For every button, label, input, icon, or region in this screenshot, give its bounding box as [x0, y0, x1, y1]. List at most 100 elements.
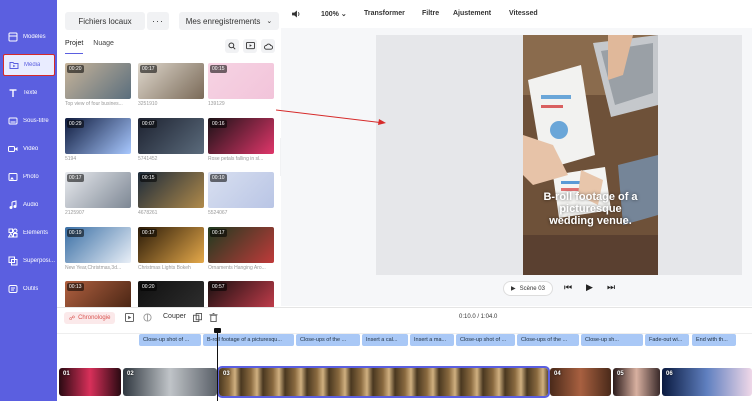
- video-frame-image: [523, 35, 658, 275]
- media-thumbnail[interactable]: 00:29 5194: [65, 118, 131, 162]
- thumbnail-image: 00:17: [208, 227, 274, 263]
- caption-clip[interactable]: Close-up sh...: [581, 334, 643, 346]
- sidebar-item-8[interactable]: Éléments: [3, 222, 55, 244]
- play-pause-icon[interactable]: ▶: [586, 282, 593, 293]
- speed-button[interactable]: Vitessed: [509, 10, 538, 17]
- search-button[interactable]: [225, 39, 239, 53]
- media-thumbnail[interactable]: 00:07 5741452: [138, 118, 204, 162]
- media-thumbnail[interactable]: 00:19 New Year,Christmas,3d...: [65, 227, 131, 271]
- thumbnail-caption: 4678261: [138, 210, 158, 216]
- media-thumbnail[interactable]: 00:17 3251910: [138, 63, 204, 107]
- duration-badge: 00:29: [67, 120, 84, 128]
- media-thumbnail[interactable]: 00:17 Christmas Lights Bokeh: [138, 227, 204, 271]
- duration-badge: 00:17: [67, 174, 84, 182]
- cut-button[interactable]: Couper: [163, 313, 186, 320]
- sidebar-item-label: Superposi...: [23, 258, 55, 264]
- top-toolbar: 100% ⌄ Transformer Filtre Ajustement Vit…: [281, 0, 752, 28]
- sidebar-item-label: Éléments: [23, 230, 49, 236]
- skip-forward-icon[interactable]: ⏭: [607, 282, 615, 293]
- media-thumbnail[interactable]: 00:15 139129: [208, 63, 274, 107]
- delete-icon[interactable]: [209, 313, 218, 322]
- media-thumbnail[interactable]: 00:20 Top view of four busines...: [65, 63, 131, 107]
- templates-icon: [8, 32, 18, 42]
- video-clip[interactable]: 06: [662, 368, 752, 396]
- clip-number: 02: [127, 371, 134, 377]
- sidebar-item-4[interactable]: Sous-titre: [3, 110, 55, 132]
- adjust-button[interactable]: Ajustement: [453, 10, 491, 17]
- chronology-button[interactable]: ☍ Chronologie: [64, 312, 116, 324]
- sidebar-item-3[interactable]: Texte: [3, 82, 55, 104]
- photo-icon: [8, 173, 18, 181]
- panel-tabs: Projet Nuage: [65, 40, 114, 54]
- sidebar-item-label: Texte: [23, 90, 38, 96]
- subtitle-icon: [8, 117, 18, 125]
- caption-clip[interactable]: Fade-out wi...: [645, 334, 689, 346]
- clip-number: 03: [223, 371, 230, 377]
- tab-cloud[interactable]: Nuage: [93, 40, 114, 54]
- video-track: 01 02 03 04 05 06: [57, 366, 752, 398]
- video-clip[interactable]: 04: [550, 368, 611, 396]
- thumbnail-caption: 2125907: [65, 210, 85, 216]
- filter-button[interactable]: Filtre: [422, 10, 439, 17]
- duration-badge: 00:13: [67, 283, 84, 291]
- local-files-button[interactable]: Fichiers locaux: [65, 12, 145, 30]
- video-clip[interactable]: 03: [217, 366, 550, 398]
- sidebar-item-label: Média: [24, 62, 41, 68]
- scene-play-button[interactable]: ▶ Scène 03: [503, 281, 553, 296]
- caption-clip[interactable]: End with th...: [692, 334, 736, 346]
- skip-back-icon[interactable]: ⏮: [564, 282, 572, 293]
- split-icon[interactable]: [143, 313, 152, 322]
- my-recordings-dropdown[interactable]: Mes enregistrements ⌄: [179, 12, 279, 30]
- panel-top-bar: Fichiers locaux ··· Mes enregistrements …: [65, 12, 279, 30]
- duration-badge: 00:19: [67, 229, 84, 237]
- caption-clip[interactable]: Close-ups of the ...: [296, 334, 360, 346]
- sidebar-item-label: Outils: [23, 286, 39, 292]
- duplicate-icon[interactable]: [193, 313, 202, 322]
- caption-clip[interactable]: Insert a cal...: [362, 334, 408, 346]
- thumbnail-image: 00:20: [65, 63, 131, 99]
- thumbnail-caption: 3251910: [138, 101, 158, 107]
- caption-clip[interactable]: Close-up shot of ...: [456, 334, 515, 346]
- video-icon: [8, 146, 18, 152]
- zoom-dropdown[interactable]: 100% ⌄: [321, 10, 347, 18]
- video-canvas[interactable]: B-roll footage of a picturesque wedding …: [376, 35, 742, 275]
- media-thumbnail[interactable]: 00:17 Ornaments Hanging Aro...: [208, 227, 274, 271]
- duration-badge: 00:16: [210, 120, 227, 128]
- duration-badge: 00:15: [210, 65, 227, 73]
- sidebar-item-5[interactable]: Vidéo: [3, 138, 55, 160]
- caption-clip[interactable]: Insert a ma...: [410, 334, 454, 346]
- sidebar-item-6[interactable]: Photo: [3, 166, 55, 188]
- cloud-upload-button[interactable]: [261, 39, 275, 53]
- media-thumbnail[interactable]: 00:16 Rose petals falling in sl...: [208, 118, 274, 162]
- sidebar-item-10[interactable]: Outils: [3, 278, 55, 300]
- chevron-down-icon: ⌄: [266, 18, 273, 25]
- transform-button[interactable]: Transformer: [364, 10, 405, 17]
- zoom-value: 100%: [321, 11, 339, 18]
- playhead[interactable]: [214, 328, 221, 401]
- video-preview[interactable]: B-roll footage of a picturesque wedding …: [523, 35, 658, 275]
- caption-clip[interactable]: Close-up shot of ...: [139, 334, 201, 346]
- thumbnail-caption: Rose petals falling in sl...: [208, 156, 264, 162]
- video-caption: B-roll footage of a picturesque wedding …: [543, 191, 638, 227]
- video-clip[interactable]: 02: [123, 368, 217, 396]
- record-screen-button[interactable]: [243, 39, 257, 53]
- media-thumbnail[interactable]: 00:17 2125907: [65, 172, 131, 216]
- sidebar-item-label: Photo: [23, 174, 39, 180]
- video-clip[interactable]: 05: [613, 368, 660, 396]
- media-thumbnail[interactable]: 00:10 5524067: [208, 172, 274, 216]
- caption-track: Close-up shot of ... B-roll footage of a …: [57, 334, 752, 346]
- screen-record-icon: [245, 42, 255, 50]
- media-thumbnail[interactable]: 00:15 4678261: [138, 172, 204, 216]
- sidebar-item-2[interactable]: Média: [3, 54, 55, 76]
- volume-button[interactable]: [292, 10, 301, 20]
- sidebar-item-label: Vidéo: [23, 146, 39, 152]
- more-options-button[interactable]: ···: [147, 12, 169, 30]
- sidebar-item-1[interactable]: Modèles: [3, 26, 55, 48]
- sidebar-item-7[interactable]: Audio: [3, 194, 55, 216]
- sidebar-item-9[interactable]: Superposi...: [3, 250, 55, 272]
- timeline: ☍ Chronologie Couper 0:10.0 / 1:04.0 Clos…: [57, 307, 752, 401]
- video-clip[interactable]: 01: [59, 368, 121, 396]
- caption-clip[interactable]: Close-ups of the ...: [517, 334, 579, 346]
- tab-project[interactable]: Projet: [65, 40, 84, 54]
- add-clip-icon[interactable]: [125, 313, 134, 322]
